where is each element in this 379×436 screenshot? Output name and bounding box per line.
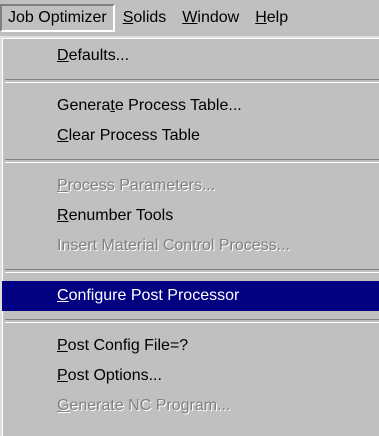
menu-item-label: Generate NC Program... (57, 397, 231, 414)
menubar-window[interactable]: Window (174, 4, 247, 32)
menu-bar: Job Optimizer Solids Window Help (0, 0, 379, 36)
menu-item-post-config-file[interactable]: Post Config File=? (2, 331, 379, 361)
menu-item-post-options[interactable]: Post Options... (2, 361, 379, 391)
menu-item-label: Clear Process Table (57, 127, 200, 144)
menu-item-insert-material-control-process: Insert Material Control Process... (2, 231, 379, 261)
menu-item-renumber-tools[interactable]: Renumber Tools (2, 201, 379, 231)
menubar-job-optimizer[interactable]: Job Optimizer (0, 4, 115, 32)
menubar-label: Solids (122, 9, 167, 26)
menu-item-label: Generate Process Table... (57, 97, 242, 114)
menubar-label: Job Optimizer (8, 9, 107, 26)
menubar-label: Window (182, 9, 240, 26)
menubar-label: Help (255, 9, 289, 26)
menu-separator (5, 319, 379, 323)
menu-separator (5, 159, 379, 163)
menu-separator (5, 79, 379, 83)
menu-separator (5, 269, 379, 273)
job-optimizer-dropdown-menu: Defaults... Generate Process Table... Clea… (0, 36, 379, 436)
menu-item-clear-process-table[interactable]: Clear Process Table (2, 121, 379, 151)
menu-item-defaults[interactable]: Defaults... (2, 41, 379, 71)
menu-item-label: Insert Material Control Process... (57, 237, 290, 254)
menu-item-configure-post-processor[interactable]: Configure Post Processor (2, 281, 379, 311)
menu-item-label: Post Config File=? (57, 337, 189, 354)
menu-item-label: Post Options... (57, 367, 162, 384)
menu-item-label: Process Parameters... (57, 177, 216, 194)
menubar-help[interactable]: Help (247, 4, 296, 32)
menu-item-process-parameters: Process Parameters... (2, 171, 379, 201)
menubar-solids[interactable]: Solids (115, 4, 175, 32)
menu-item-label: Defaults... (57, 47, 130, 64)
menu-item-generate-nc-program: Generate NC Program... (2, 391, 379, 421)
menu-item-label: Configure Post Processor (57, 287, 240, 304)
menu-item-generate-process-table[interactable]: Generate Process Table... (2, 91, 379, 121)
menu-item-label: Renumber Tools (57, 207, 174, 224)
